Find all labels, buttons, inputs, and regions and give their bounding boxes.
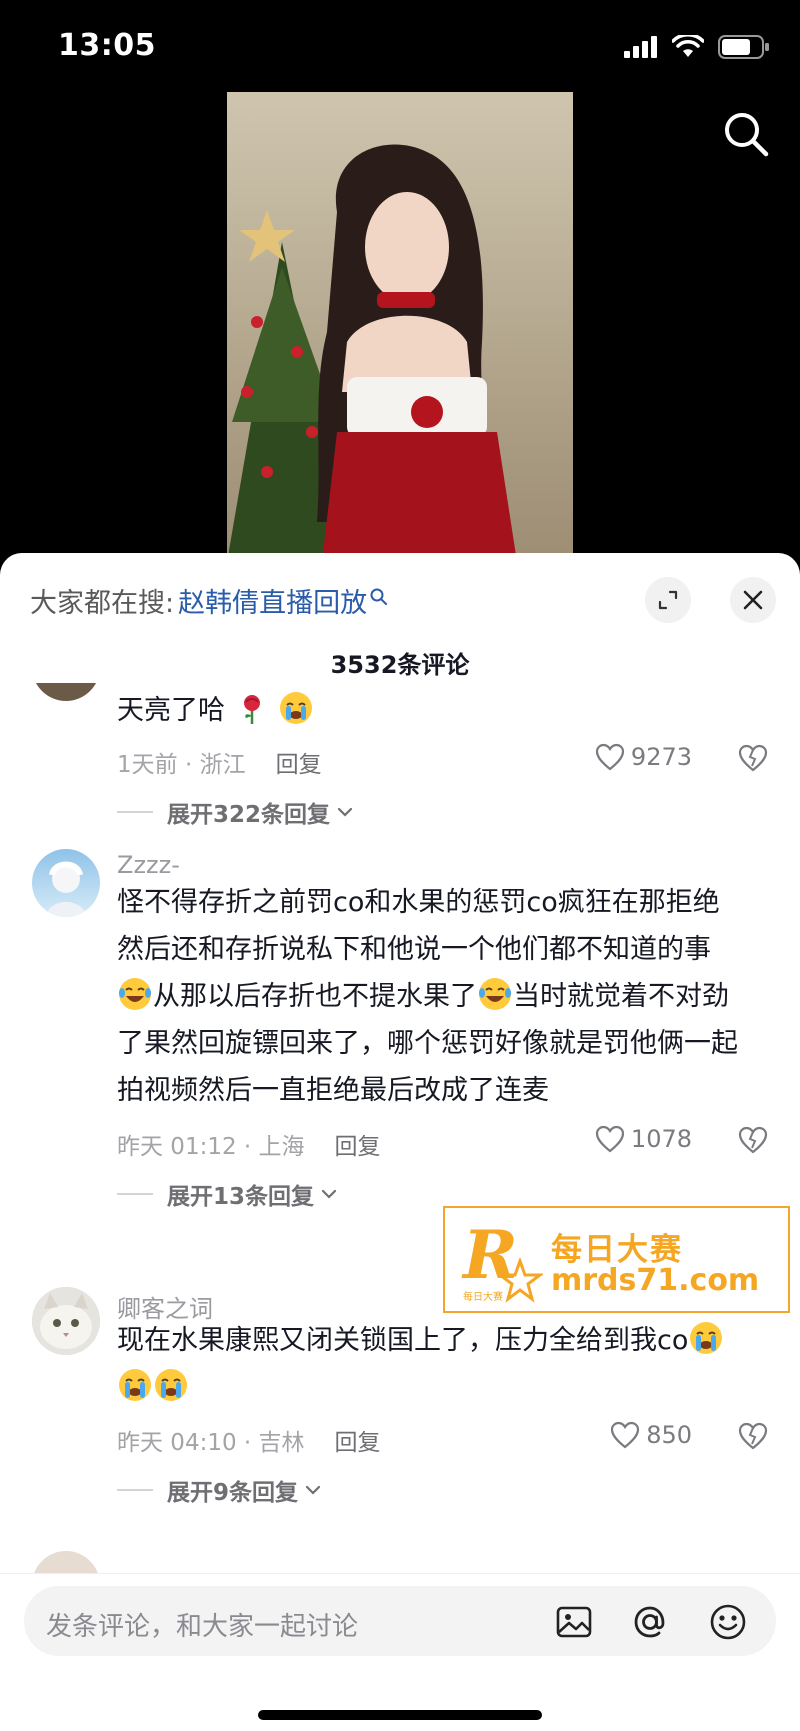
chevron-down-icon xyxy=(337,807,353,817)
close-button[interactable] xyxy=(730,577,776,623)
signal-icon xyxy=(624,36,657,58)
like-button[interactable]: 1078 xyxy=(595,1125,692,1153)
laughing-crying-face-icon xyxy=(119,978,151,1010)
like-count: 9273 xyxy=(630,743,692,771)
reply-button[interactable]: 回复 xyxy=(335,1423,381,1457)
like-count: 850 xyxy=(646,1421,692,1449)
comment-item: 卿客之词 现在水果康熙又闭关锁国上了，压力全给到我co 昨天 04:10 · 吉… xyxy=(0,1283,800,1506)
comment-time-location: 1天前 · 浙江 xyxy=(117,752,246,778)
reply-button[interactable]: 回复 xyxy=(335,1127,381,1161)
at-icon[interactable] xyxy=(630,1602,670,1642)
comment-input[interactable]: 发条评论，和大家一起讨论 xyxy=(24,1586,776,1656)
laughing-crying-face-icon xyxy=(479,978,511,1010)
rose-emoji-icon xyxy=(243,695,260,724)
comment-text: 怪不得存折之前罚co和水果的惩罚co疯狂在那拒绝 然后还和存折说私下和他说一个他… xyxy=(117,887,738,1106)
comment-sheet: 大家都在搜: 赵韩倩直播回放 3532条评论 天亮了哈 1天前 · 浙江 回复 … xyxy=(0,553,800,1731)
emoji-icon[interactable] xyxy=(708,1602,748,1642)
watermark-url: mrds71.com xyxy=(551,1263,760,1298)
comment-input-bar: 发条评论，和大家一起讨论 xyxy=(0,1573,800,1731)
image-icon[interactable] xyxy=(554,1602,594,1642)
search-suggestion-prefix: 大家都在搜: xyxy=(30,588,175,619)
battery-icon xyxy=(718,35,769,59)
avatar[interactable] xyxy=(32,1551,100,1573)
loudly-crying-face-icon xyxy=(119,1369,151,1401)
expand-button[interactable] xyxy=(645,577,691,623)
broken-heart-icon[interactable] xyxy=(738,743,768,773)
status-time: 13:05 xyxy=(58,28,156,63)
loudly-crying-face-icon xyxy=(690,1322,723,1354)
comment-text: 现在水果康熙又闭关锁国上了，压力全给到我co xyxy=(117,1317,777,1411)
search-icon[interactable] xyxy=(722,110,770,158)
comment-time-location: 昨天 01:12 · 上海 xyxy=(117,1134,305,1160)
close-icon xyxy=(743,590,763,610)
chevron-down-icon xyxy=(321,1189,337,1199)
expand-replies[interactable]: 展开322条回复 xyxy=(117,795,354,829)
expand-replies-label: 展开9条回复 xyxy=(167,1480,299,1506)
expand-replies-label: 展开13条回复 xyxy=(167,1184,315,1210)
search-suggestion[interactable]: 大家都在搜: 赵韩倩直播回放 xyxy=(30,581,389,620)
heart-icon xyxy=(595,743,625,771)
expand-icon xyxy=(658,590,678,610)
search-icon xyxy=(370,588,388,605)
comment-meta: 1天前 · 浙江 回复 xyxy=(117,745,322,779)
comment-meta: 昨天 04:10 · 吉林 回复 xyxy=(117,1423,381,1457)
reply-button[interactable]: 回复 xyxy=(276,745,322,779)
star-icon xyxy=(497,1258,543,1303)
broken-heart-icon[interactable] xyxy=(738,1421,768,1451)
loudly-crying-face-icon xyxy=(155,1369,187,1401)
comment-count: 3532条评论 xyxy=(330,651,470,679)
sheet-header: 大家都在搜: 赵韩倩直播回放 3532条评论 xyxy=(0,553,800,683)
comment-item: 天亮了哈 1天前 · 浙江 回复 9273 展开322条回复 xyxy=(0,683,800,828)
video-thumbnail xyxy=(227,92,573,562)
status-icons xyxy=(624,34,770,60)
comment-time-location: 昨天 04:10 · 吉林 xyxy=(117,1430,305,1456)
comment-text: 天亮了哈 xyxy=(117,687,777,734)
expand-replies[interactable]: 展开9条回复 xyxy=(117,1473,322,1507)
heart-icon xyxy=(595,1125,625,1153)
comment-meta: 昨天 01:12 · 上海 回复 xyxy=(117,1127,381,1161)
status-bar: 13:05 xyxy=(0,0,800,96)
heart-icon xyxy=(611,1421,640,1449)
comment-item: Zzzz- 怪不得存折之前罚co和水果的惩罚co疯狂在那拒绝 然后还和存折说私下… xyxy=(0,845,800,1215)
like-button[interactable]: 850 xyxy=(610,1421,692,1449)
avatar[interactable] xyxy=(32,683,100,701)
chevron-down-icon xyxy=(305,1485,321,1495)
home-indicator[interactable] xyxy=(258,1710,542,1720)
username[interactable]: Zzzz- xyxy=(117,851,180,879)
expand-replies-label: 展开322条回复 xyxy=(167,802,331,828)
watermark-logo: R 每日大赛 每日大赛 mrds71.com xyxy=(443,1206,790,1313)
video-frame[interactable] xyxy=(227,92,573,562)
avatar[interactable] xyxy=(32,1287,100,1355)
wifi-icon xyxy=(672,35,704,57)
like-button[interactable]: 9273 xyxy=(595,743,692,771)
comment-list[interactable]: 天亮了哈 1天前 · 浙江 回复 9273 展开322条回复 Zzzz- 怪不得… xyxy=(0,683,800,1573)
comment-input-placeholder: 发条评论，和大家一起讨论 xyxy=(46,1612,359,1642)
like-count: 1078 xyxy=(630,1125,692,1153)
expand-replies[interactable]: 展开13条回复 xyxy=(117,1177,338,1211)
crying-face-icon xyxy=(280,692,313,724)
avatar[interactable] xyxy=(32,849,100,917)
search-suggestion-link[interactable]: 赵韩倩直播回放 xyxy=(178,581,367,620)
broken-heart-icon[interactable] xyxy=(738,1125,768,1155)
